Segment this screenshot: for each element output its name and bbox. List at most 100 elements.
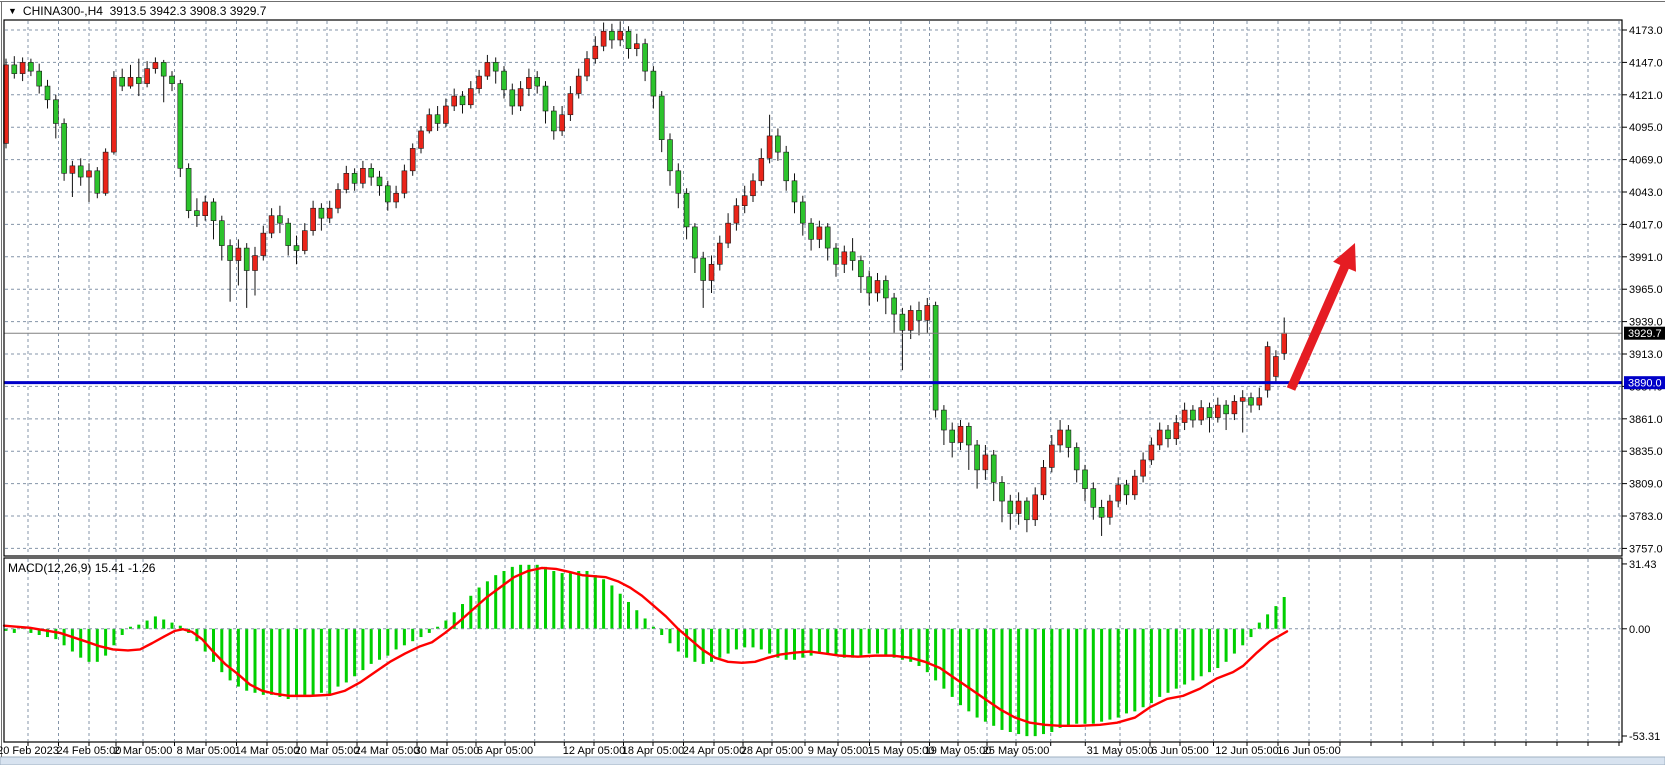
macd-histogram-bar — [1158, 629, 1161, 697]
macd-histogram-bar — [552, 571, 555, 629]
candlestick-chart-canvas[interactable]: 4173.04147.04121.04095.04069.04043.04017… — [0, 0, 1665, 765]
macd-histogram-bar — [378, 629, 381, 660]
time-tick-label: 20 Feb 2023 — [0, 745, 59, 757]
candle-body — [867, 277, 872, 293]
candle-body — [834, 248, 839, 264]
macd-histogram-bar — [1084, 629, 1087, 724]
candle-body — [941, 410, 946, 430]
macd-scale-label: 0.00 — [1629, 624, 1650, 636]
macd-histogram-bar — [494, 575, 497, 629]
macd-histogram-bar — [785, 629, 788, 660]
candle-body — [1232, 401, 1237, 413]
candle-body — [120, 77, 125, 86]
candle-body — [377, 177, 382, 186]
candle-body — [809, 223, 814, 239]
candle-body — [1091, 489, 1096, 508]
candle-body — [12, 65, 17, 74]
candle-body — [443, 106, 448, 123]
macd-histogram-bar — [262, 629, 265, 695]
macd-histogram-bar — [337, 629, 340, 687]
macd-histogram-bar — [320, 629, 323, 693]
candle-body — [53, 100, 58, 124]
candle-body — [1282, 333, 1287, 353]
candle-body — [1182, 410, 1187, 422]
macd-histogram-bar — [752, 629, 755, 648]
current-price-tag-text: 3929.7 — [1628, 328, 1662, 340]
macd-histogram-bar — [112, 629, 115, 646]
candle-bullish — [111, 71, 116, 154]
price-tick-label: 4173.0 — [1629, 25, 1663, 37]
candle-body — [726, 223, 731, 243]
candle-body — [410, 148, 415, 170]
time-tick-label: 12 Apr 05:00 — [563, 745, 625, 757]
macd-histogram-bar — [884, 629, 887, 656]
macd-histogram-bar — [926, 629, 929, 672]
candle-body — [518, 89, 523, 106]
candle-body — [277, 216, 282, 223]
candle-body — [875, 280, 880, 292]
candle-body — [634, 44, 639, 49]
macd-histogram-bar — [527, 565, 530, 629]
candle-body — [78, 166, 83, 177]
macd-histogram-bar — [71, 629, 74, 652]
macd-histogram-bar — [1200, 629, 1203, 676]
candle-body — [560, 115, 565, 131]
macd-histogram-bar — [511, 567, 514, 629]
macd-histogram-bar — [1266, 614, 1269, 628]
macd-histogram-bar — [503, 571, 506, 629]
price-tick-label: 4095.0 — [1629, 122, 1663, 134]
candle-body — [87, 171, 92, 177]
time-tick-label: 14 Mar 05:00 — [235, 745, 300, 757]
macd-histogram-bar — [1034, 629, 1037, 736]
macd-histogram-bar — [63, 629, 66, 646]
time-tick-label: 28 Apr 05:00 — [741, 745, 803, 757]
candle-body — [775, 136, 780, 152]
time-tick-label: 6 Apr 05:00 — [477, 745, 533, 757]
macd-histogram-bar — [1050, 629, 1053, 732]
macd-histogram-bar — [893, 629, 896, 658]
candle-body — [1008, 501, 1013, 513]
price-tick-label: 3809.0 — [1629, 479, 1663, 491]
macd-histogram-bar — [942, 629, 945, 689]
macd-histogram-bar — [835, 629, 838, 656]
candle-body — [344, 173, 349, 189]
macd-histogram-bar — [1075, 629, 1078, 724]
candle-body — [360, 168, 365, 183]
macd-histogram-bar — [768, 629, 771, 654]
candle-bullish — [410, 143, 415, 175]
candle-body — [128, 77, 133, 86]
candle-body — [95, 171, 100, 193]
collapse-triangle-icon[interactable]: ▼ — [8, 4, 17, 18]
candle-body — [1249, 398, 1254, 405]
macd-histogram-bar — [154, 616, 157, 628]
candle-body — [253, 256, 258, 271]
macd-histogram-bar — [353, 629, 356, 676]
macd-histogram-bar — [121, 629, 124, 635]
macd-histogram-bar — [88, 629, 91, 662]
candle-body — [103, 152, 108, 193]
macd-histogram-bar — [54, 629, 57, 639]
candle-body — [767, 136, 772, 158]
macd-histogram-bar — [328, 629, 331, 695]
macd-histogram-bar — [237, 629, 240, 687]
macd-histogram-bar — [901, 629, 904, 660]
candle-body — [228, 246, 233, 261]
candle-body — [1116, 485, 1121, 501]
candle-body — [1074, 447, 1079, 469]
macd-histogram-bar — [776, 629, 779, 658]
candle-body — [477, 76, 482, 88]
macd-histogram-bar — [395, 629, 398, 650]
candle-body — [609, 31, 614, 40]
macd-histogram-bar — [278, 629, 281, 697]
candle-body — [327, 208, 332, 218]
macd-histogram-bar — [619, 594, 622, 629]
macd-histogram-bar — [254, 629, 257, 693]
macd-histogram-bar — [162, 620, 165, 629]
candle-body — [1166, 430, 1171, 439]
candle-body — [576, 76, 581, 93]
candle-body — [668, 140, 673, 171]
macd-histogram-bar — [411, 629, 414, 641]
candle-body — [294, 246, 299, 251]
candle-bearish — [178, 80, 183, 177]
bottom-strip — [0, 757, 1665, 765]
